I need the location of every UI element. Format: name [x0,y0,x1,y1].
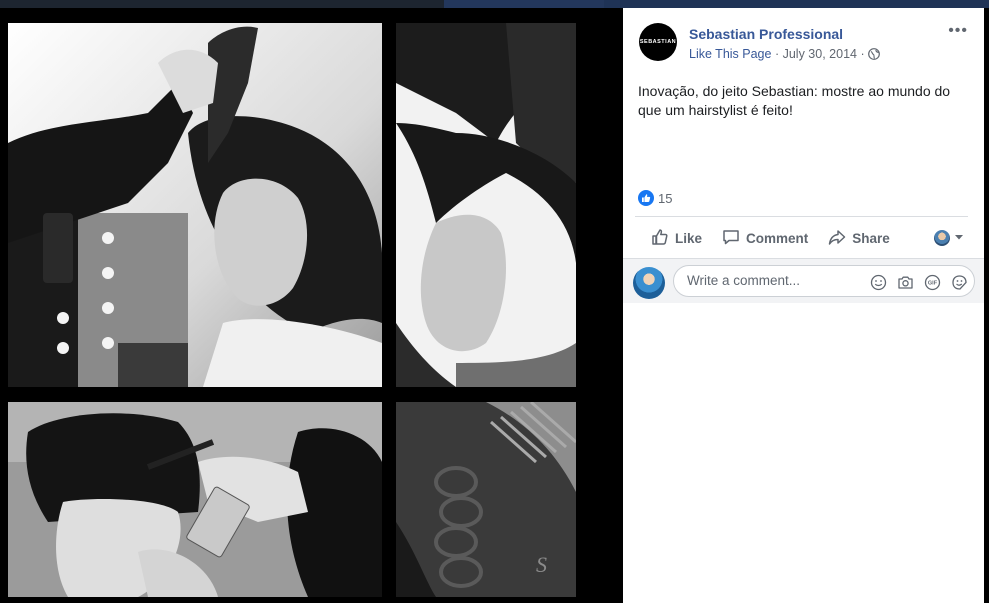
post-actions: Like Comment Share [635,222,968,254]
page-name-link[interactable]: Sebastian Professional [689,26,843,42]
like-label: Like [675,230,703,246]
post-panel: SEBASTIAN Sebastian Professional Like Th… [623,8,984,603]
divider [635,216,968,217]
comment-tools: GIF [869,273,968,291]
emoji-icon[interactable] [869,273,887,291]
background-search-area [444,0,604,8]
post-meta: Like This Page · July 30, 2014 · [689,47,881,63]
thumbs-up-icon [651,228,669,249]
like-reaction-icon [638,190,654,206]
comment-label: Comment [746,230,809,246]
post-text: Inovação, do jeito Sebastian: mostre ao … [638,83,951,118]
more-options-button[interactable]: ••• [948,22,968,40]
reaction-count: 15 [658,190,673,206]
background-nav-area [604,0,989,8]
comment-input[interactable] [685,272,849,289]
like-button[interactable]: Like [635,228,712,249]
share-arrow-icon [828,228,846,249]
background-facebook-bar [0,0,989,8]
commenter-avatar[interactable] [633,267,665,299]
share-label: Share [852,230,890,246]
photo-tile-braid[interactable]: S [396,402,576,597]
page-avatar[interactable]: SEBASTIAN [639,23,677,61]
comment-box[interactable]: GIF [673,265,975,297]
svg-text:GIF: GIF [927,280,937,286]
post-date[interactable]: July 30, 2014 [783,47,857,61]
post-as-selector[interactable] [934,229,968,247]
comment-button[interactable]: Comment [712,228,818,249]
sticker-icon[interactable] [950,273,968,291]
reaction-summary[interactable]: 15 [638,190,672,206]
share-button[interactable]: Share [818,228,900,249]
photo-viewer[interactable]: S [0,8,622,603]
camera-icon[interactable] [896,273,914,291]
speech-bubble-icon [722,228,740,249]
like-page-link[interactable]: Like This Page [689,47,771,61]
caret-down-icon [954,229,964,247]
meta-separator: · [774,47,780,61]
user-avatar-small [934,230,950,246]
svg-text:S: S [536,552,547,577]
page-avatar-text: SEBASTIAN [639,39,677,45]
globe-icon [868,48,881,63]
photo-tile-hairspray[interactable] [8,23,382,387]
comment-composer: GIF [623,258,984,303]
photo-tile-hair-pulled[interactable] [396,23,576,387]
meta-separator-2: · [860,47,865,61]
photo-tile-fringe-cut[interactable] [8,402,382,597]
gif-icon[interactable]: GIF [923,273,941,291]
